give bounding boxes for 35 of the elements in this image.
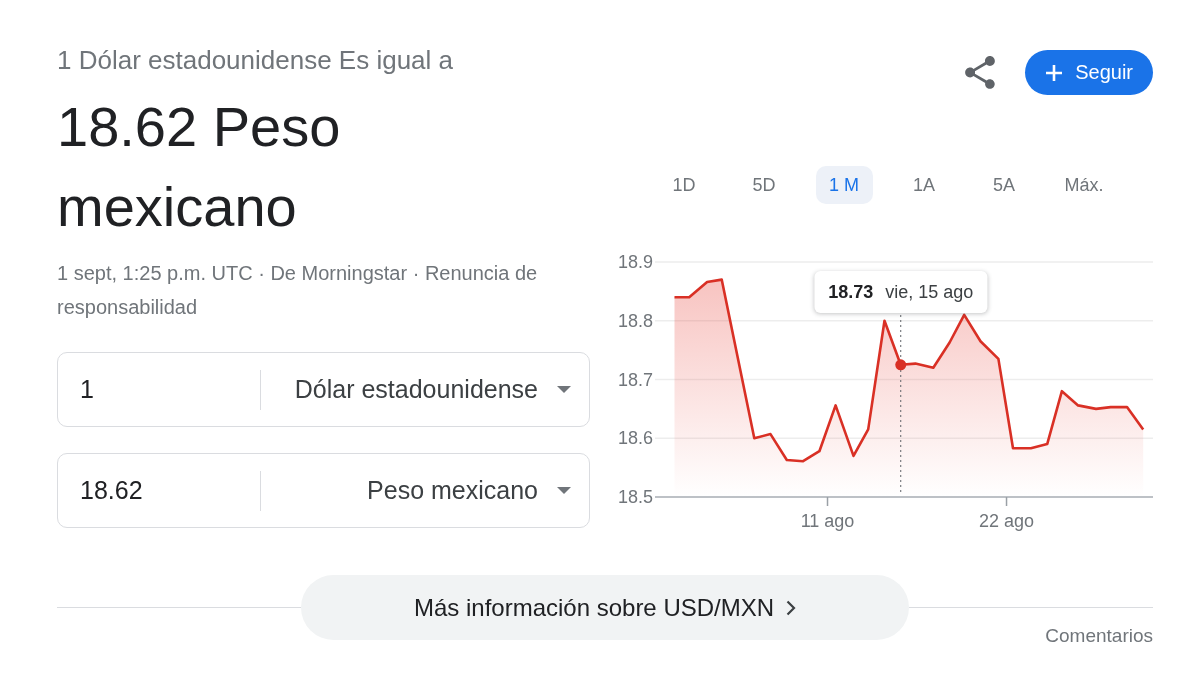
tooltip-date: vie, 15 ago <box>885 281 974 303</box>
range-tab[interactable]: 5D <box>735 166 793 204</box>
caret-icon <box>557 487 571 494</box>
range-tab[interactable]: 5A <box>975 166 1033 204</box>
caret-icon <box>557 386 571 393</box>
tooltip-value: 18.73 <box>828 281 874 303</box>
y-axis-label: 18.8 <box>618 310 654 331</box>
more-info-button[interactable]: Más información sobre USD/MXN <box>300 575 910 640</box>
follow-button[interactable]: Seguir <box>1025 50 1153 95</box>
amount-input[interactable]: 1 <box>58 353 260 426</box>
equation-text: 1 Dólar estadounidense Es igual a <box>57 44 455 76</box>
y-axis-label: 18.9 <box>618 252 654 272</box>
chevron-right-icon <box>786 599 797 616</box>
conversion-result: 18.62 Peso mexicano <box>57 94 342 240</box>
currency-dropdown[interactable]: Peso mexicano <box>357 466 589 515</box>
y-axis-label: 18.6 <box>618 428 654 449</box>
x-axis-tick <box>826 496 829 507</box>
x-axis-label: 11 ago <box>800 511 855 531</box>
range-tab[interactable]: Máx. <box>1055 166 1113 204</box>
plus-icon <box>1046 64 1063 81</box>
share-icon[interactable] <box>965 56 996 89</box>
amount-input[interactable]: 18.62 <box>58 454 260 527</box>
x-axis-label: 22 ago <box>979 511 1035 531</box>
point-marker-icon <box>895 359 907 371</box>
source-line: 1 sept, 1:25 p.m. UTC · De Morningstar · Renuncia de responsabilidad <box>57 261 539 320</box>
y-axis-label: 18.7 <box>618 369 654 390</box>
range-tab[interactable]: 1A <box>895 166 953 204</box>
range-tab[interactable]: 1 M <box>815 166 873 204</box>
feedback-link[interactable]: Comentarios <box>1045 626 1153 646</box>
converter-field[interactable]: 1 Dólar estadounidense <box>57 352 590 427</box>
currency-dropdown[interactable]: Dólar estadounidense <box>284 365 589 414</box>
x-axis-tick <box>1005 496 1008 507</box>
range-tab[interactable]: 1D <box>655 166 713 204</box>
y-axis-label: 18.5 <box>618 487 654 507</box>
converter-field[interactable]: 18.62 Peso mexicano <box>57 453 590 528</box>
